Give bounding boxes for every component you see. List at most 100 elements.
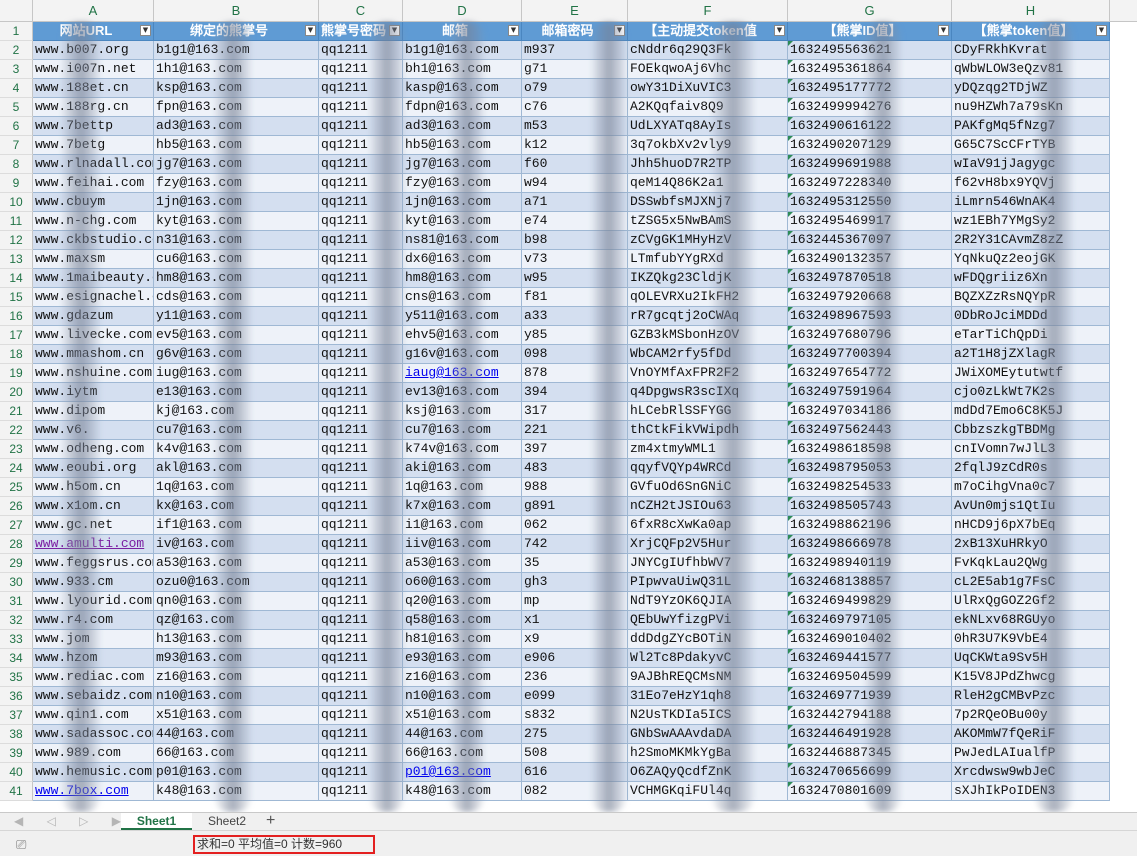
column-header-b[interactable]: B bbox=[154, 0, 319, 21]
cell-bear-token[interactable]: 7p2RQeOBu00y bbox=[952, 706, 1110, 725]
cell-submit-token[interactable]: h2SmoMKMkYgBa bbox=[628, 744, 788, 763]
column-header-h[interactable]: H bbox=[952, 0, 1110, 21]
cell-submit-token[interactable]: VnOYMfAxFPR2F2 bbox=[628, 364, 788, 383]
cell-bear-token[interactable]: RleH2gCMBvPzc bbox=[952, 687, 1110, 706]
row-number[interactable]: 4 bbox=[0, 79, 33, 98]
filter-dropdown-icon[interactable]: ▼ bbox=[508, 25, 519, 36]
cell-submit-token[interactable]: cNddr6q29Q3Fk bbox=[628, 41, 788, 60]
cell-bear-token[interactable]: 2fqlJ9zCdR0s bbox=[952, 459, 1110, 478]
cell-submit-token[interactable]: GZB3kMSbonHzOV bbox=[628, 326, 788, 345]
row-number[interactable]: 10 bbox=[0, 193, 33, 212]
filter-dropdown-icon[interactable]: ▼ bbox=[305, 25, 316, 36]
cell-bear-token[interactable]: nu9HZWh7a79sKn bbox=[952, 98, 1110, 117]
row-number[interactable]: 20 bbox=[0, 383, 33, 402]
row-number[interactable]: 37 bbox=[0, 706, 33, 725]
row-number[interactable]: 17 bbox=[0, 326, 33, 345]
cell-submit-token[interactable]: qOLEVRXu2IkFH2 bbox=[628, 288, 788, 307]
cell-submit-token[interactable]: zm4xtmyWML1 bbox=[628, 440, 788, 459]
cell-submit-token[interactable]: UdLXYATq8AyIs bbox=[628, 117, 788, 136]
cell-submit-token[interactable]: qeM14Q86K2a1 bbox=[628, 174, 788, 193]
row-number[interactable]: 11 bbox=[0, 212, 33, 231]
cell-bear-token[interactable]: AvUn0mjs1QtIu bbox=[952, 497, 1110, 516]
cell-bear-token[interactable]: FvKqkLau2QWg bbox=[952, 554, 1110, 573]
cell-bear-token[interactable]: wFDQgriiz6Xn bbox=[952, 269, 1110, 288]
cell-submit-token[interactable]: 6fxR8cXwKa0ap bbox=[628, 516, 788, 535]
row-number[interactable]: 5 bbox=[0, 98, 33, 117]
row-number[interactable]: 30 bbox=[0, 573, 33, 592]
tab-sheet1[interactable]: Sheet1 bbox=[121, 813, 192, 830]
cell-bear-token[interactable]: K15V8JPdZhwcg bbox=[952, 668, 1110, 687]
cell-submit-token[interactable]: FOEkqwoAj6Vhc bbox=[628, 60, 788, 79]
row-number[interactable]: 12 bbox=[0, 231, 33, 250]
row-number[interactable]: 26 bbox=[0, 497, 33, 516]
row-number[interactable]: 9 bbox=[0, 174, 33, 193]
column-header-g[interactable]: G bbox=[788, 0, 952, 21]
cell-submit-token[interactable]: qqyfVQYp4WRCd bbox=[628, 459, 788, 478]
cell-submit-token[interactable]: LTmfubYYgRXd bbox=[628, 250, 788, 269]
row-number[interactable]: 6 bbox=[0, 117, 33, 136]
cell-submit-token[interactable]: VCHMGKqiFUl4q bbox=[628, 782, 788, 801]
row-number[interactable]: 16 bbox=[0, 307, 33, 326]
cell-submit-token[interactable]: NdT9YzOK6QJIA bbox=[628, 592, 788, 611]
cell-bear-token[interactable]: sXJhIkPoIDEN3 bbox=[952, 782, 1110, 801]
cell-submit-token[interactable]: nCZH2tJSIOu63 bbox=[628, 497, 788, 516]
row-number[interactable]: 28 bbox=[0, 535, 33, 554]
cell-bear-token[interactable]: ekNLxv68RGUyo bbox=[952, 611, 1110, 630]
cell-bear-token[interactable]: PAKfgMq5fNzg7 bbox=[952, 117, 1110, 136]
cell-bear-token[interactable]: cL2E5ab1g7FsC bbox=[952, 573, 1110, 592]
row-number[interactable]: 8 bbox=[0, 155, 33, 174]
cell-bear-token[interactable]: PwJedLAIualfP bbox=[952, 744, 1110, 763]
row-number[interactable]: 27 bbox=[0, 516, 33, 535]
spreadsheet-grid[interactable]: ABCDEFGH 1网站URL▼绑定的熊掌号▼熊掌号密码▼邮箱▼邮箱密码▼【主动… bbox=[0, 0, 1137, 812]
row-number[interactable]: 31 bbox=[0, 592, 33, 611]
record-macro-icon[interactable]: ⎚ bbox=[16, 837, 26, 853]
cell-submit-token[interactable]: ddDdgZYcBOTiN bbox=[628, 630, 788, 649]
row-number[interactable]: 41 bbox=[0, 782, 33, 801]
cell-submit-token[interactable]: thCtkFikVWipdh bbox=[628, 421, 788, 440]
cell-submit-token[interactable]: GNbSwAAAvdaDA bbox=[628, 725, 788, 744]
cell-submit-token[interactable]: DSSwbfsMJXNj7 bbox=[628, 193, 788, 212]
cell-bear-token[interactable]: 0DbRoJciMDDd bbox=[952, 307, 1110, 326]
row-number[interactable]: 39 bbox=[0, 744, 33, 763]
cell-bear-token[interactable]: nHCD9j6pX7bEq bbox=[952, 516, 1110, 535]
cell-bear-token[interactable]: CbbzszkgTBDMg bbox=[952, 421, 1110, 440]
cell-submit-token[interactable]: 3q7okbXv2vly9 bbox=[628, 136, 788, 155]
cell-submit-token[interactable]: Jhh5huoD7R2TP bbox=[628, 155, 788, 174]
filter-dropdown-icon[interactable]: ▼ bbox=[774, 25, 785, 36]
cell-submit-token[interactable]: N2UsTKDIa5ICS bbox=[628, 706, 788, 725]
cell-bear-token[interactable]: JWiXOMEytutwtf bbox=[952, 364, 1110, 383]
row-number[interactable]: 40 bbox=[0, 763, 33, 782]
cell-bear-token[interactable]: wz1EBh7YMgSy2 bbox=[952, 212, 1110, 231]
cell-submit-token[interactable]: A2KQqfaiv8Q9 bbox=[628, 98, 788, 117]
row-number[interactable]: 35 bbox=[0, 668, 33, 687]
sheet-nav-arrows[interactable]: ◀ ◁ ▷ ▶ bbox=[14, 813, 131, 830]
row-number[interactable]: 3 bbox=[0, 60, 33, 79]
tab-sheet2[interactable]: Sheet2 bbox=[195, 813, 259, 830]
row-number[interactable]: 1 bbox=[0, 22, 33, 41]
row-number[interactable]: 33 bbox=[0, 630, 33, 649]
row-number[interactable]: 21 bbox=[0, 402, 33, 421]
row-number[interactable]: 22 bbox=[0, 421, 33, 440]
row-number[interactable]: 36 bbox=[0, 687, 33, 706]
filter-dropdown-icon[interactable]: ▼ bbox=[1096, 25, 1107, 36]
cell-bear-token[interactable]: 0hR3U7K9VbE4 bbox=[952, 630, 1110, 649]
row-number[interactable]: 2 bbox=[0, 41, 33, 60]
cell-submit-token[interactable]: 31Eo7eHzY1qh8 bbox=[628, 687, 788, 706]
cell-bear-token[interactable]: qWbWLOW3eQzv81 bbox=[952, 60, 1110, 79]
cell-submit-token[interactable]: hLCebRlSSFYGG bbox=[628, 402, 788, 421]
cell-bear-token[interactable]: yDQzqg2TDjWZ bbox=[952, 79, 1110, 98]
cell-submit-token[interactable]: GVfuOd6SnGNiC bbox=[628, 478, 788, 497]
cell-bear-token[interactable]: BQZXZzRsNQYpR bbox=[952, 288, 1110, 307]
column-header-a[interactable]: A bbox=[33, 0, 154, 21]
column-header-e[interactable]: E bbox=[522, 0, 628, 21]
cell-submit-token[interactable]: XrjCQFp2V5Hur bbox=[628, 535, 788, 554]
row-number[interactable]: 29 bbox=[0, 554, 33, 573]
cell-submit-token[interactable]: PIpwvaUiwQ31L bbox=[628, 573, 788, 592]
row-number[interactable]: 25 bbox=[0, 478, 33, 497]
cell-submit-token[interactable]: Wl2Tc8PdakyvC bbox=[628, 649, 788, 668]
cell-submit-token[interactable]: zCVgGK1MHyHzV bbox=[628, 231, 788, 250]
cell-bear-token[interactable]: cnIVomn7wJlL3 bbox=[952, 440, 1110, 459]
cell-submit-token[interactable]: IKZQkg23CldjK bbox=[628, 269, 788, 288]
row-number[interactable]: 24 bbox=[0, 459, 33, 478]
cell-submit-token[interactable]: rR7gcqtj2oCWAq bbox=[628, 307, 788, 326]
